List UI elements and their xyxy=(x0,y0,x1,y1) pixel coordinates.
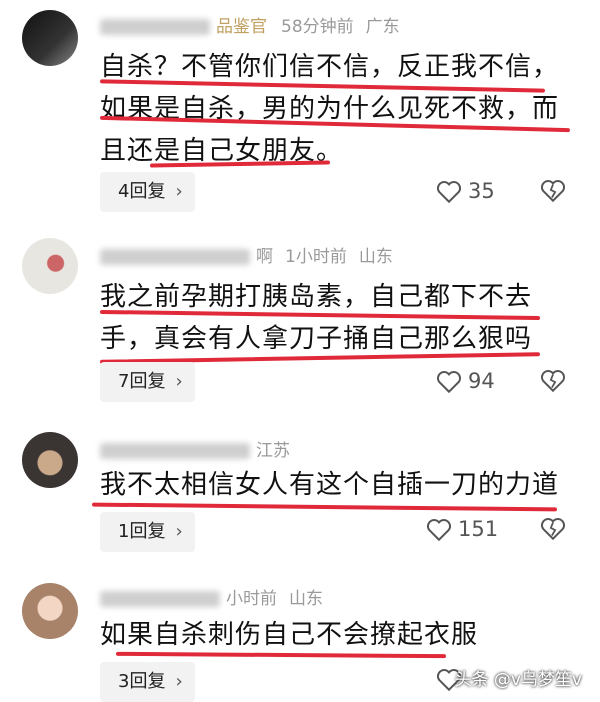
comment-text: 如果自杀刺伤自己不会撩起衣服 xyxy=(100,614,478,656)
like-count: 151 xyxy=(458,517,499,541)
username-blurred[interactable] xyxy=(100,19,210,35)
location: 山东 xyxy=(358,247,393,267)
like-button[interactable]: 94 xyxy=(436,366,495,396)
reply-button[interactable]: 7回复 › xyxy=(100,362,195,402)
chevron-right-icon: › xyxy=(175,371,183,392)
location: 广东 xyxy=(365,17,400,37)
reply-button[interactable]: 4回复 › xyxy=(100,172,195,212)
broken-heart-icon[interactable] xyxy=(540,369,566,393)
avatar[interactable] xyxy=(22,432,78,488)
comment-line: 我不太相信女人有这个自插一刀的力道 xyxy=(100,470,560,500)
username-blurred[interactable] xyxy=(100,591,220,607)
reply-label: 7回复 xyxy=(118,371,166,392)
reply-label: 1回复 xyxy=(118,521,166,542)
avatar[interactable] xyxy=(22,583,78,639)
avatar[interactable] xyxy=(22,238,78,294)
like-button[interactable]: 151 xyxy=(426,514,498,544)
heart-outline-icon xyxy=(426,519,452,542)
like-count: 94 xyxy=(468,369,495,393)
watermark: 头条 @v乌梦笙v xyxy=(454,670,582,690)
chevron-right-icon: › xyxy=(175,181,183,202)
like-button[interactable]: 35 xyxy=(436,176,495,206)
comment-text: 我不太相信女人有这个自插一刀的力道 xyxy=(100,464,559,506)
badge-label: 品鉴官 xyxy=(216,17,267,37)
comment-meta: 江苏 xyxy=(100,438,290,464)
reply-label: 4回复 xyxy=(118,181,166,202)
username-blurred[interactable] xyxy=(100,443,250,459)
broken-heart-icon[interactable] xyxy=(540,517,566,541)
reply-button[interactable]: 1回复 › xyxy=(100,512,195,552)
chevron-right-icon: › xyxy=(175,521,183,542)
comment-text: 自杀？不管你们信不信，反正我不信， 如果是自杀，男的为什么见死不救，而 且还是自… xyxy=(100,46,559,172)
reply-button[interactable]: 3回复 › xyxy=(100,662,195,702)
broken-heart-icon[interactable] xyxy=(540,179,566,203)
timestamp: 小时前 xyxy=(226,589,277,609)
comment-meta: 啊 1小时前 山东 xyxy=(100,244,393,270)
location: 山东 xyxy=(289,589,323,609)
like-count: 35 xyxy=(468,179,495,203)
comment-meta: 品鉴官 58分钟前 广东 xyxy=(100,14,400,40)
comment-line: 如果自杀刺伤自己不会撩起衣服 xyxy=(100,620,479,650)
username-blurred[interactable] xyxy=(100,249,250,265)
heart-outline-icon xyxy=(436,371,462,394)
location: 江苏 xyxy=(256,441,290,461)
heart-outline-icon xyxy=(436,181,462,204)
chevron-right-icon: › xyxy=(175,671,183,692)
username-partial: 啊 xyxy=(256,247,273,267)
comment-meta: 小时前 山东 xyxy=(100,586,323,612)
timestamp: 58分钟前 xyxy=(281,17,354,37)
timestamp: 1小时前 xyxy=(285,247,347,267)
reply-label: 3回复 xyxy=(118,671,166,692)
avatar[interactable] xyxy=(22,10,78,66)
